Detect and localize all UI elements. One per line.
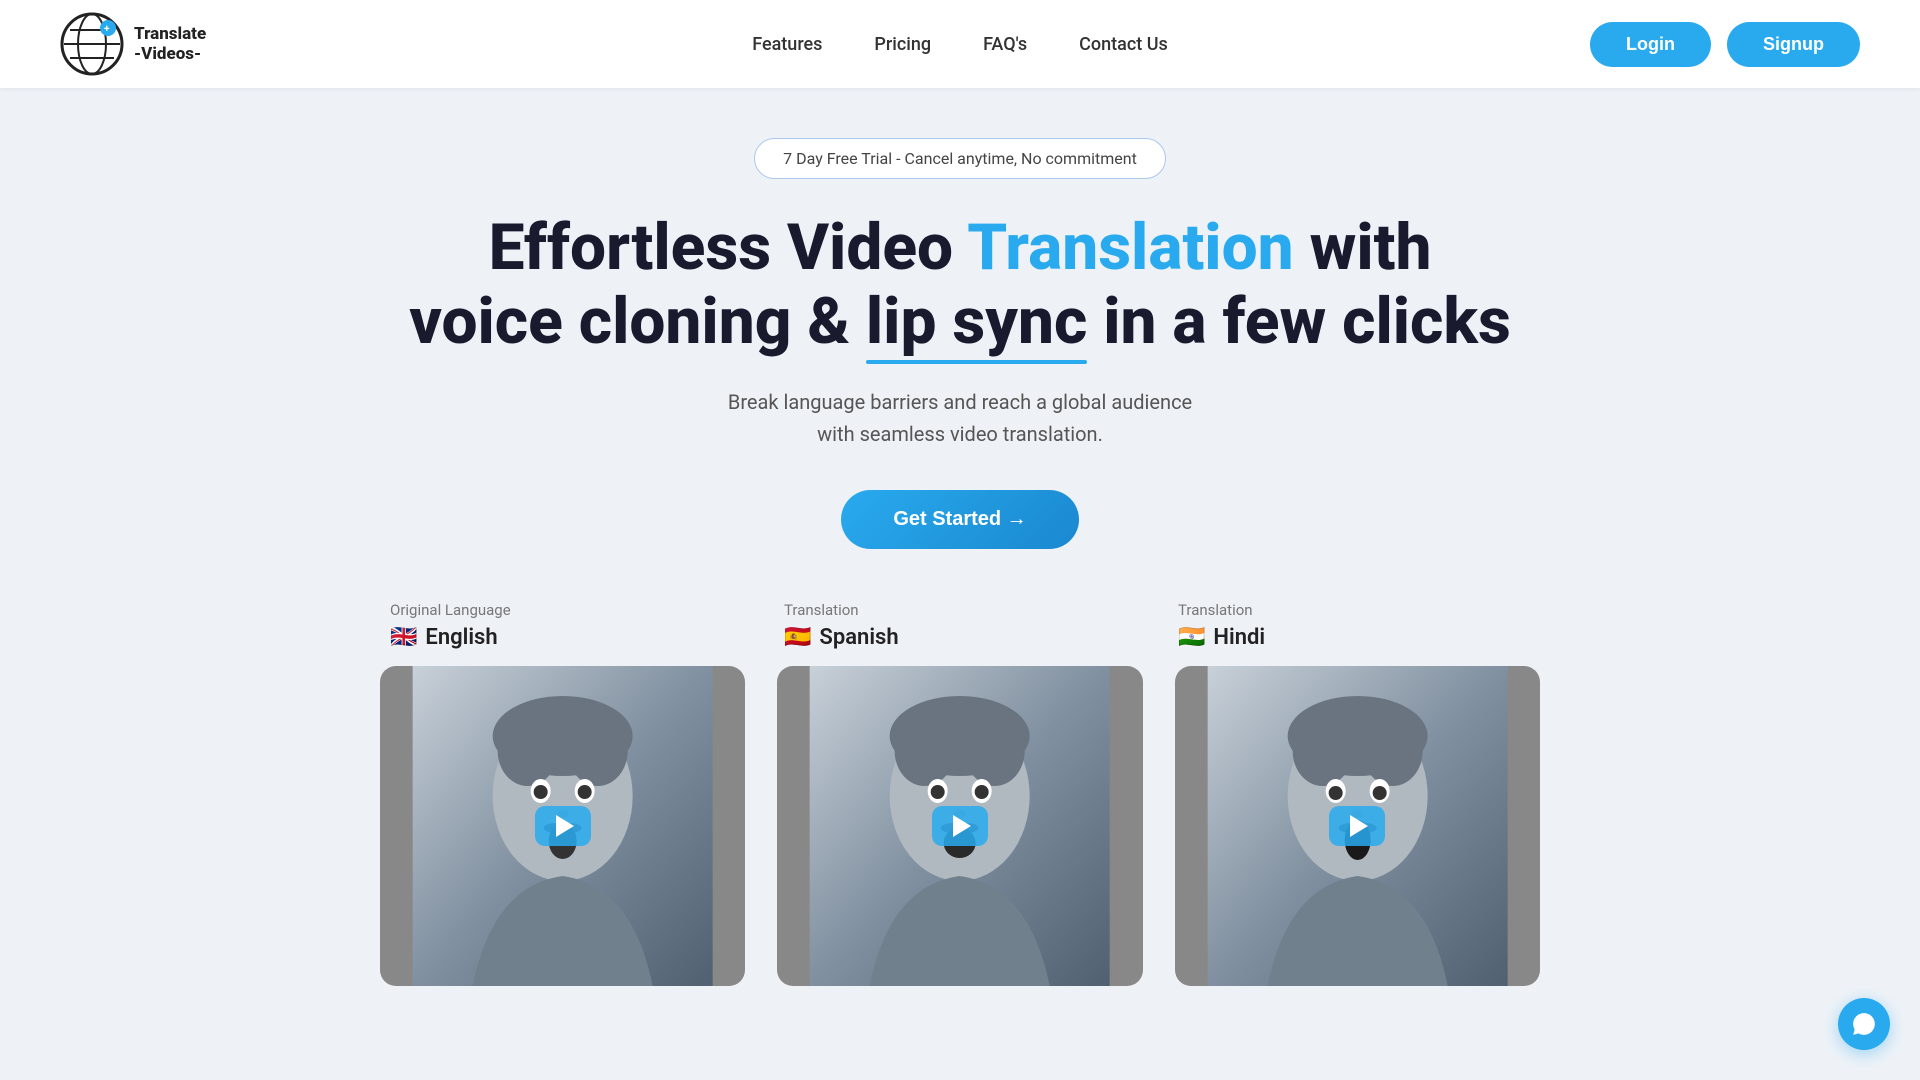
translation1-lang-text: Spanish [819,625,898,650]
svg-text:+: + [104,24,110,35]
hero-title: Effortless Video Translation with voice … [409,211,1511,358]
subtitle-line2: with seamless video translation. [817,422,1103,446]
login-button[interactable]: Login [1590,22,1711,67]
title-part2: with [1294,210,1432,285]
play-button-1[interactable] [535,806,591,846]
translation2-lang-text: Hindi [1213,625,1265,650]
video-card-hindi[interactable] [1175,666,1540,986]
logo-icon: + [60,12,124,76]
uk-flag: 🇬🇧 [390,625,417,650]
signup-button[interactable]: Signup [1727,22,1860,67]
nav-links: Features Pricing FAQ's Contact Us [752,34,1168,55]
india-flag: 🇮🇳 [1178,625,1205,650]
original-lang-label: Original Language [390,601,752,619]
translation2-lang-label: Translation [1178,601,1540,619]
nav-pricing[interactable]: Pricing [874,34,931,55]
language-labels: Original Language 🇬🇧 English Translation… [380,601,1540,650]
get-started-button[interactable]: Get Started → [841,490,1078,549]
subtitle-line1: Break language barriers and reach a glob… [728,390,1192,414]
translation1-lang-name: 🇪🇸 Spanish [784,625,1146,650]
title-highlight: Translation [967,210,1293,285]
nav-faqs[interactable]: FAQ's [983,34,1027,55]
hero-subtitle: Break language barriers and reach a glob… [728,386,1192,450]
translation1-lang-col: Translation 🇪🇸 Spanish [784,601,1146,650]
play-button-3[interactable] [1329,806,1385,846]
translation1-lang-label: Translation [784,601,1146,619]
chat-bubble[interactable] [1838,998,1890,1050]
logo-text: Translate [134,24,206,44]
translation2-lang-name: 🇮🇳 Hindi [1178,625,1540,650]
spain-flag: 🇪🇸 [784,625,811,650]
original-lang-col: Original Language 🇬🇧 English [390,601,752,650]
video-card-spanish[interactable] [777,666,1142,986]
title-line2-part2: in a few clicks [1087,284,1511,359]
hero-section: 7 Day Free Trial - Cancel anytime, No co… [0,88,1920,986]
trial-badge: 7 Day Free Trial - Cancel anytime, No co… [754,138,1166,179]
logo-subtext: -Videos- [134,44,206,64]
title-part1: Effortless Video [489,210,968,285]
original-lang-name: 🇬🇧 English [390,625,752,650]
logo[interactable]: + Translate -Videos- [60,12,206,76]
video-section: Original Language 🇬🇧 English Translation… [360,601,1560,986]
chat-icon [1851,1011,1877,1037]
nav-auth: Login Signup [1590,22,1860,67]
navbar: + Translate -Videos- Features Pricing FA… [0,0,1920,88]
nav-contact[interactable]: Contact Us [1079,34,1168,55]
title-line2-part1: voice cloning & [409,284,866,359]
original-lang-text: English [425,625,497,650]
video-card-original[interactable] [380,666,745,986]
translation2-lang-col: Translation 🇮🇳 Hindi [1178,601,1540,650]
nav-features[interactable]: Features [752,34,822,55]
play-button-2[interactable] [932,806,988,846]
video-cards [380,666,1540,986]
title-underline: lip sync [866,285,1087,359]
